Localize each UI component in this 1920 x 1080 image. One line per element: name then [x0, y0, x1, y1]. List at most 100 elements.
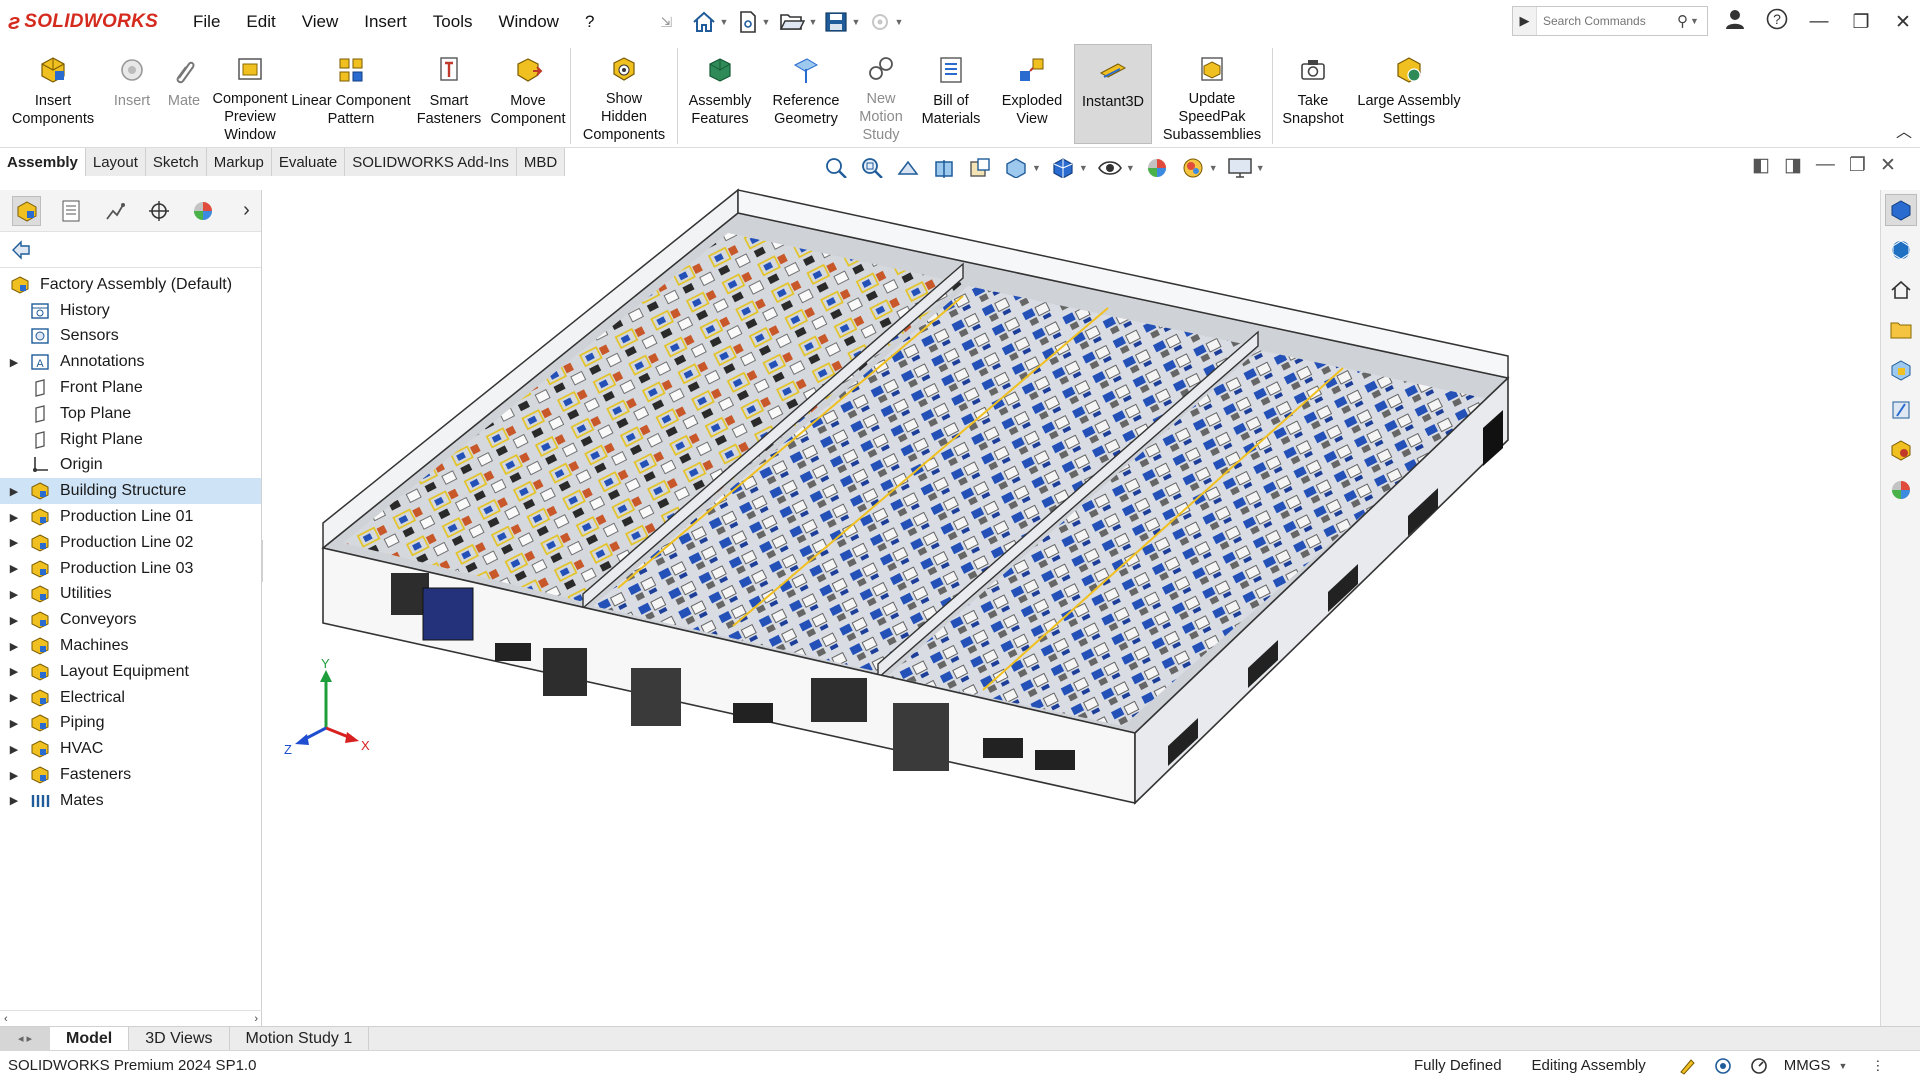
property-manager-tab[interactable]: [56, 196, 85, 226]
minimize-icon[interactable]: —: [1798, 11, 1840, 33]
menu-edit[interactable]: Edit: [233, 12, 288, 32]
view-palette-tab[interactable]: [1885, 354, 1917, 386]
assembly-features-button[interactable]: Assembly Features: [678, 44, 762, 144]
expand-arrow-icon[interactable]: ▶: [0, 536, 28, 549]
expand-arrow-icon[interactable]: ▶: [0, 485, 28, 498]
show-hidden-components-button[interactable]: Show Hidden Components: [571, 44, 677, 144]
tab-3d-views[interactable]: 3D Views: [129, 1027, 230, 1050]
3dexperience-tab[interactable]: [1885, 234, 1917, 266]
component-preview-button[interactable]: Component Preview Window: [210, 44, 290, 144]
menu-insert[interactable]: Insert: [351, 12, 420, 32]
appearances-tab[interactable]: [1885, 394, 1917, 426]
hide-show-dropdown-icon[interactable]: ▼: [1126, 163, 1135, 173]
tile-left-icon[interactable]: ◧: [1752, 154, 1770, 177]
expand-arrow-icon[interactable]: ▶: [0, 511, 28, 524]
expand-arrow-icon[interactable]: ▶: [0, 743, 28, 756]
expand-arrow-icon[interactable]: ▶: [0, 562, 28, 575]
factory-assembly-model[interactable]: Y X Z: [263, 178, 1880, 1026]
expand-arrow-icon[interactable]: ▶: [0, 640, 28, 653]
dimxpert-manager-tab[interactable]: [144, 196, 173, 226]
display-manager-tab[interactable]: [188, 196, 217, 226]
menu-help[interactable]: ?: [572, 12, 607, 32]
menu-file[interactable]: File: [180, 12, 233, 32]
tree-item-top-plane[interactable]: Top Plane: [0, 401, 261, 427]
tree-item-layout-equipment[interactable]: ▶ Layout Equipment: [0, 659, 261, 685]
tab-addins[interactable]: SOLIDWORKS Add-Ins: [345, 148, 517, 176]
restore-icon[interactable]: ❐: [1840, 11, 1882, 34]
expand-arrow-icon[interactable]: ▶: [0, 356, 28, 369]
display-style-dropdown-icon[interactable]: ▼: [1079, 163, 1088, 173]
expand-arrow-icon[interactable]: ▶: [0, 769, 28, 782]
tab-markup[interactable]: Markup: [207, 148, 272, 176]
performance-icon[interactable]: [1748, 1055, 1770, 1077]
tree-item-hvac[interactable]: ▶ HVAC: [0, 736, 261, 762]
tree-item-building-structure[interactable]: ▶ Building Structure: [0, 478, 261, 505]
appearance-scenes-tab[interactable]: [1885, 474, 1917, 506]
instant3d-button[interactable]: Instant3D: [1074, 44, 1152, 144]
view-settings-dropdown-icon[interactable]: ▼: [1256, 163, 1265, 173]
expand-arrow-icon[interactable]: ▶: [0, 691, 28, 704]
large-assembly-settings-button[interactable]: Large Assembly Settings: [1353, 44, 1465, 144]
smart-fasteners-button[interactable]: Smart Fasteners: [412, 44, 486, 144]
unit-dropdown-icon[interactable]: ▼: [1838, 1061, 1847, 1071]
tab-layout[interactable]: Layout: [86, 148, 146, 176]
scroll-right-icon[interactable]: ›: [254, 1013, 258, 1025]
tree-item-production-line-02[interactable]: ▶ Production Line 02: [0, 530, 261, 556]
open-button[interactable]: ▼: [779, 7, 817, 37]
tree-item-piping[interactable]: ▶ Piping: [0, 711, 261, 737]
command-prompt-icon[interactable]: ▶: [1513, 7, 1537, 35]
status-more-icon[interactable]: ⋮: [1871, 1058, 1884, 1074]
exploded-view-button[interactable]: Exploded View: [990, 44, 1074, 144]
search-commands-input[interactable]: [1537, 14, 1677, 28]
menu-tools[interactable]: Tools: [420, 12, 486, 32]
pin-menu-icon[interactable]: ⇲: [647, 7, 685, 37]
mate-button[interactable]: Mate: [158, 44, 210, 144]
tree-root-assembly[interactable]: Factory Assembly (Default): [0, 272, 261, 298]
tree-item-production-line-03[interactable]: ▶ Production Line 03: [0, 556, 261, 582]
search-dropdown-icon[interactable]: ▼: [1690, 16, 1699, 26]
new-motion-study-button[interactable]: New Motion Study: [850, 44, 912, 144]
tab-sketch[interactable]: Sketch: [146, 148, 207, 176]
tree-horizontal-scrollbar[interactable]: ‹ ›: [0, 1010, 262, 1026]
expand-arrow-icon[interactable]: ▶: [0, 614, 28, 627]
reference-geometry-button[interactable]: Reference Geometry: [762, 44, 850, 144]
close-icon[interactable]: ✕: [1882, 11, 1920, 34]
featuremanager-tree-tab[interactable]: [12, 195, 42, 226]
new-document-button[interactable]: ▼: [735, 7, 773, 37]
search-icon[interactable]: ⚲: [1677, 12, 1688, 30]
help-icon[interactable]: ?: [1756, 8, 1798, 36]
tree-item-history[interactable]: History: [0, 298, 261, 324]
unit-system[interactable]: MMGS: [1784, 1057, 1831, 1074]
view-orientation-dropdown-icon[interactable]: ▼: [1032, 163, 1041, 173]
menu-view[interactable]: View: [289, 12, 352, 32]
tree-item-right-plane[interactable]: Right Plane: [0, 427, 261, 453]
solidworks-resources-tab[interactable]: [1884, 194, 1917, 226]
doc-close-icon[interactable]: ✕: [1880, 154, 1896, 177]
expand-arrow-icon[interactable]: ▶: [0, 588, 28, 601]
tree-item-annotations[interactable]: ▶ A Annotations: [0, 349, 261, 375]
tab-motion-study-1[interactable]: Motion Study 1: [230, 1027, 370, 1050]
insert-components-button[interactable]: Insert Components: [0, 44, 106, 144]
design-library-tab[interactable]: [1885, 274, 1917, 306]
tab-scroll-arrows-icon[interactable]: ◂ ▸: [0, 1027, 50, 1050]
tree-item-machines[interactable]: ▶ Machines: [0, 633, 261, 659]
save-button[interactable]: ▼: [823, 7, 861, 37]
insert-button[interactable]: Insert: [106, 44, 158, 144]
home-button[interactable]: ▼: [691, 7, 729, 37]
tree-item-production-line-01[interactable]: ▶ Production Line 01: [0, 504, 261, 530]
tab-model[interactable]: Model: [50, 1027, 130, 1050]
move-component-button[interactable]: Move Component: [486, 44, 570, 144]
tree-item-fasteners[interactable]: ▶ Fasteners: [0, 762, 261, 788]
tab-mbd[interactable]: MBD: [517, 148, 566, 176]
apply-scene-dropdown-icon[interactable]: ▼: [1209, 163, 1218, 173]
linear-component-pattern-button[interactable]: Linear Component Pattern: [290, 44, 412, 144]
graphics-area[interactable]: Y X Z: [263, 178, 1880, 1026]
doc-restore-icon[interactable]: ❐: [1849, 154, 1866, 177]
file-explorer-tab[interactable]: [1885, 314, 1917, 346]
custom-properties-tab[interactable]: [1885, 434, 1917, 466]
tile-right-icon[interactable]: ◨: [1784, 154, 1802, 177]
options-button[interactable]: ▼: [867, 7, 905, 37]
tree-item-mates[interactable]: ▶ Mates: [0, 788, 261, 814]
bill-of-materials-button[interactable]: Bill of Materials: [912, 44, 990, 144]
solidworks-logo[interactable]: ƨ SOLIDWORKS: [0, 9, 180, 35]
